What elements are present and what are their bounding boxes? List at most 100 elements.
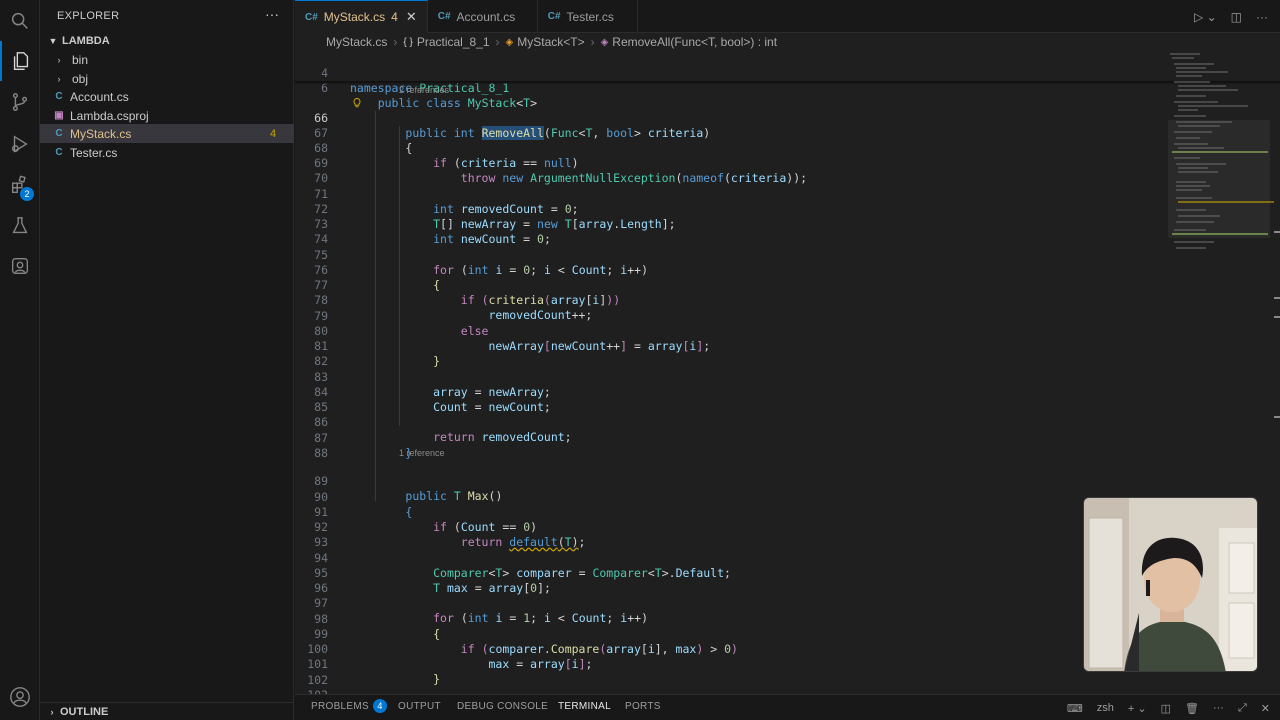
- code-line[interactable]: 67 {: [295, 111, 1165, 155]
- problems-count-badge: 4: [372, 699, 387, 713]
- webcam-image: [1084, 498, 1257, 671]
- trash-icon[interactable]: 🗑: [1185, 702, 1199, 715]
- more-actions-icon[interactable]: ···: [1213, 702, 1224, 714]
- extensions-icon[interactable]: 2: [0, 165, 40, 205]
- sticky-line[interactable]: 4 namespace Practical_8_1: [295, 51, 1165, 95]
- folder-header[interactable]: ▼ LAMBDA: [40, 32, 294, 50]
- code-line[interactable]: 87 }: [295, 416, 1165, 460]
- code-line[interactable]: 100 max = array[i];: [295, 627, 1165, 671]
- tab-label: PORTS: [625, 701, 661, 712]
- code-line[interactable]: 68 if (criteria == null): [295, 126, 1165, 170]
- tab-output[interactable]: OUTPUT: [398, 695, 441, 720]
- code-line[interactable]: 88: [295, 431, 1165, 460]
- breadcrumb-method[interactable]: RemoveAll(Func<T, bool>) : int: [612, 35, 777, 49]
- code-line[interactable]: 89 public T Max(): [295, 459, 1165, 503]
- explorer-icon[interactable]: [0, 41, 40, 81]
- code-line[interactable]: 80 newArray[newCount++] = array[i];: [295, 309, 1165, 353]
- tab-account-cs[interactable]: C# Account.cs: [428, 0, 538, 33]
- account-icon[interactable]: [9, 686, 31, 708]
- tab-terminal[interactable]: TERMINAL: [558, 695, 611, 720]
- tab-tester-cs[interactable]: C# Tester.cs: [538, 0, 638, 33]
- sticky-line[interactable]: 6 public class MyStack<T>: [295, 66, 1165, 110]
- code-line[interactable]: 96: [295, 566, 1165, 595]
- remote-icon[interactable]: [0, 246, 40, 286]
- split-terminal-icon[interactable]: ◫: [1161, 702, 1171, 715]
- tab-problems[interactable]: PROBLEMS 4: [311, 695, 387, 720]
- terminal-icon: ⌨: [1066, 702, 1083, 715]
- code-line[interactable]: 71 int removedCount = 0;: [295, 172, 1165, 216]
- source-control-icon[interactable]: [0, 82, 40, 122]
- method-icon: ◈: [600, 36, 609, 48]
- code-line[interactable]: 85: [295, 385, 1165, 414]
- tree-item-obj[interactable]: › obj: [40, 69, 294, 88]
- tab-label: TERMINAL: [558, 701, 611, 712]
- code-line[interactable]: 70: [295, 156, 1165, 185]
- run-icon[interactable]: ▷ ⌄: [1194, 10, 1217, 24]
- code-line[interactable]: 75 for (int i = 0; i < Count; i++): [295, 233, 1165, 277]
- code-line[interactable]: 99 if (comparer.Compare(array[i], max) >…: [295, 612, 1165, 656]
- code-line[interactable]: 84 Count = newCount;: [295, 370, 1165, 414]
- breadcrumb-namespace[interactable]: Practical_8_1: [417, 35, 490, 49]
- code-line[interactable]: 91 if (Count == 0): [295, 490, 1165, 534]
- code-line[interactable]: 69 throw new ArgumentNullException(nameo…: [295, 141, 1165, 185]
- csharp-file-icon: C#: [437, 11, 451, 22]
- code-line[interactable]: 101 }: [295, 642, 1165, 686]
- testing-icon[interactable]: [0, 206, 40, 246]
- chevron-right-icon: ›: [57, 54, 61, 65]
- search-icon[interactable]: [0, 1, 40, 41]
- outline-section[interactable]: › OUTLINE: [40, 702, 294, 720]
- new-terminal-icon[interactable]: + ⌄: [1128, 702, 1147, 715]
- tree-item-bin[interactable]: › bin: [40, 50, 294, 69]
- scrollbar[interactable]: [1272, 51, 1280, 694]
- code-line[interactable]: 93: [295, 520, 1165, 549]
- close-icon[interactable]: ✕: [406, 9, 417, 25]
- tree-item-mystack-cs[interactable]: C MyStack.cs 4: [40, 124, 294, 143]
- code-line[interactable]: 98 {: [295, 597, 1165, 641]
- tab-debug-console[interactable]: DEBUG CONSOLE: [457, 695, 548, 720]
- code-line[interactable]: 77 if (criteria(array[i])): [295, 263, 1165, 307]
- code-line[interactable]: 92 return default(T);: [295, 505, 1165, 549]
- minimap[interactable]: [1168, 51, 1274, 261]
- tree-item-label: Account.cs: [70, 89, 129, 104]
- close-icon[interactable]: ✕: [1261, 702, 1270, 715]
- chevron-right-icon: ›: [50, 706, 54, 717]
- breadcrumb-class[interactable]: MyStack<T>: [517, 35, 584, 49]
- code-line[interactable]: 79 else: [295, 294, 1165, 338]
- more-actions-icon[interactable]: ···: [265, 6, 279, 22]
- code-line[interactable]: 81 }: [295, 324, 1165, 368]
- code-line[interactable]: 95 T max = array[0];: [295, 551, 1165, 595]
- tab-ports[interactable]: PORTS: [625, 695, 661, 720]
- code-line[interactable]: 78 removedCount++;: [295, 278, 1165, 322]
- class-icon: ◈: [505, 36, 514, 48]
- tree-item-tester-cs[interactable]: C Tester.cs: [40, 143, 294, 162]
- code-line[interactable]: 86 return removedCount;: [295, 400, 1165, 444]
- maximize-panel-icon[interactable]: ⤢: [1238, 702, 1247, 715]
- code-line[interactable]: 82: [295, 339, 1165, 368]
- run-debug-icon[interactable]: [0, 124, 40, 164]
- tab-label: Account.cs: [456, 9, 516, 24]
- tab-mystack-cs[interactable]: C# MyStack.cs 4 ✕: [295, 0, 428, 33]
- code-line[interactable]: 74: [295, 217, 1165, 246]
- split-editor-icon[interactable]: ◫: [1231, 10, 1242, 24]
- code-line[interactable]: 102: [295, 658, 1165, 687]
- folder-name: LAMBDA: [62, 35, 110, 47]
- code-line[interactable]: 73 int newCount = 0;: [295, 202, 1165, 246]
- code-line[interactable]: 76 {: [295, 248, 1165, 292]
- csharp-file-icon: C#: [547, 11, 561, 22]
- code-line[interactable]: 83 array = newArray;: [295, 355, 1165, 399]
- terminal-actions: ⌨ zsh + ⌄ ◫ 🗑 ··· ⤢ ✕: [1067, 695, 1270, 720]
- tree-item-lambda-csproj[interactable]: ▣ Lambda.csproj: [40, 106, 294, 125]
- code-line[interactable]: 66 public int RemoveAll(Func<T, bool> cr…: [295, 96, 1165, 140]
- code-line[interactable]: 72 T[] newArray = new T[array.Length];: [295, 187, 1165, 231]
- breadcrumb-file[interactable]: MyStack.cs: [326, 35, 387, 49]
- tree-item-account-cs[interactable]: C Account.cs: [40, 87, 294, 106]
- terminal-shell[interactable]: zsh: [1097, 702, 1114, 714]
- project-file-icon: ▣: [54, 110, 64, 121]
- code-line[interactable]: 103 return max;: [295, 673, 1165, 694]
- code-line[interactable]: 94 Comparer<T> comparer = Comparer<T>.De…: [295, 536, 1165, 580]
- chevron-down-icon: ▼: [48, 36, 58, 46]
- tab-label: DEBUG CONSOLE: [457, 701, 549, 712]
- code-line[interactable]: 97 for (int i = 1; i < Count; i++): [295, 581, 1165, 625]
- code-line[interactable]: 90 {: [295, 475, 1165, 519]
- more-actions-icon[interactable]: ···: [1256, 10, 1268, 24]
